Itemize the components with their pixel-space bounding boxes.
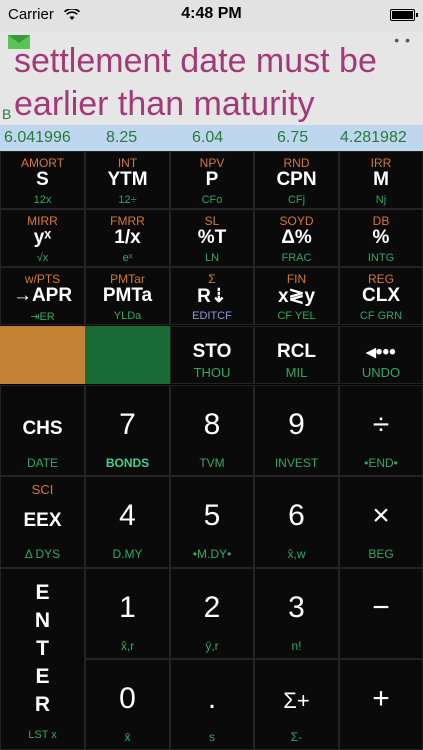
status-bar: Carrier 4:48 PM: [0, 0, 423, 32]
enter-key[interactable]: E N T E R LST x: [0, 568, 85, 750]
enter-label: E N T E R: [34, 581, 51, 716]
key-roll-down[interactable]: Σ R⇣ EDITCF: [170, 267, 254, 325]
calculator-display: • • settlement date must be earlier than…: [0, 32, 423, 125]
key-eex[interactable]: SCI EEX Δ DYS: [0, 476, 85, 568]
key-4[interactable]: 4 D.MY: [85, 476, 170, 568]
key-decimal[interactable]: .s: [170, 659, 254, 750]
key-clx[interactable]: REG CLX CF GRN: [339, 267, 423, 325]
key-add[interactable]: +: [339, 659, 423, 750]
key-s[interactable]: AMORT S 12x: [0, 151, 85, 209]
key-0[interactable]: 0 x̄: [85, 659, 170, 750]
key-sigma-plus[interactable]: Σ+ Σ-: [254, 659, 339, 750]
key-9[interactable]: 9 INVEST: [254, 385, 339, 476]
key-m[interactable]: IRR M Nj: [339, 151, 423, 209]
key-subtract[interactable]: −: [339, 568, 423, 659]
key-pmta[interactable]: PMTar PMTa YLDa: [85, 267, 170, 325]
key-3[interactable]: 3 n!: [254, 568, 339, 659]
key-backspace[interactable]: ◂••• UNDO: [339, 326, 423, 384]
keypad: AMORT S 12x INT YTM 12÷ NPV P CFo RND CPN CFj IR…: [0, 151, 423, 750]
stack-register-row: 6.041996 8.25 6.04 6.75 4.281982: [0, 125, 423, 151]
green-shift-key[interactable]: [85, 326, 170, 384]
key-cpn[interactable]: RND CPN CFj: [254, 151, 339, 209]
key-multiply[interactable]: × BEG: [339, 476, 423, 568]
key-1[interactable]: 1 x̂,r: [85, 568, 170, 659]
key-p[interactable]: NPV P CFo: [170, 151, 254, 209]
key-7[interactable]: 7 BONDS: [85, 385, 170, 476]
key-delta-percent[interactable]: SOYD Δ% FRAC: [254, 209, 339, 267]
key-y-power-x[interactable]: MIRR yˣ √x: [0, 209, 85, 267]
key-percent[interactable]: DB% INTG: [339, 209, 423, 267]
key-divide[interactable]: ÷ •END•: [339, 385, 423, 476]
key-5[interactable]: 5 •M.DY•: [170, 476, 254, 568]
stack-value: 6.041996: [4, 129, 71, 146]
key-6[interactable]: 6 x̂,w: [254, 476, 339, 568]
stack-value: 6.04: [192, 129, 224, 146]
stack-value: 6.75: [277, 129, 309, 146]
key-2[interactable]: 2 ŷ,r: [170, 568, 254, 659]
key-8[interactable]: 8 TVM: [170, 385, 254, 476]
key-rcl[interactable]: RCL MIL: [254, 326, 339, 384]
key-chs[interactable]: CHS DATE: [0, 385, 85, 476]
status-time: 4:48 PM: [181, 5, 242, 22]
key-swap-xy[interactable]: FIN x≷y CF YEL: [254, 267, 339, 325]
key-reciprocal[interactable]: FMRR 1/x eˣ: [85, 209, 170, 267]
key-ytm[interactable]: INT YTM 12÷: [85, 151, 170, 209]
orange-shift-key[interactable]: [0, 326, 85, 384]
mode-indicator: B: [2, 106, 12, 122]
key-percent-total[interactable]: SL %T LN: [170, 209, 254, 267]
stack-value: 4.281982: [340, 129, 407, 146]
key-sto[interactable]: STO THOU: [170, 326, 254, 384]
error-message: settlement date must be earlier than mat…: [14, 42, 377, 123]
battery-icon: [390, 9, 418, 21]
stack-value: 8.25: [106, 129, 138, 146]
key-apr[interactable]: w/PTS →APR ⇥ER: [0, 267, 85, 325]
